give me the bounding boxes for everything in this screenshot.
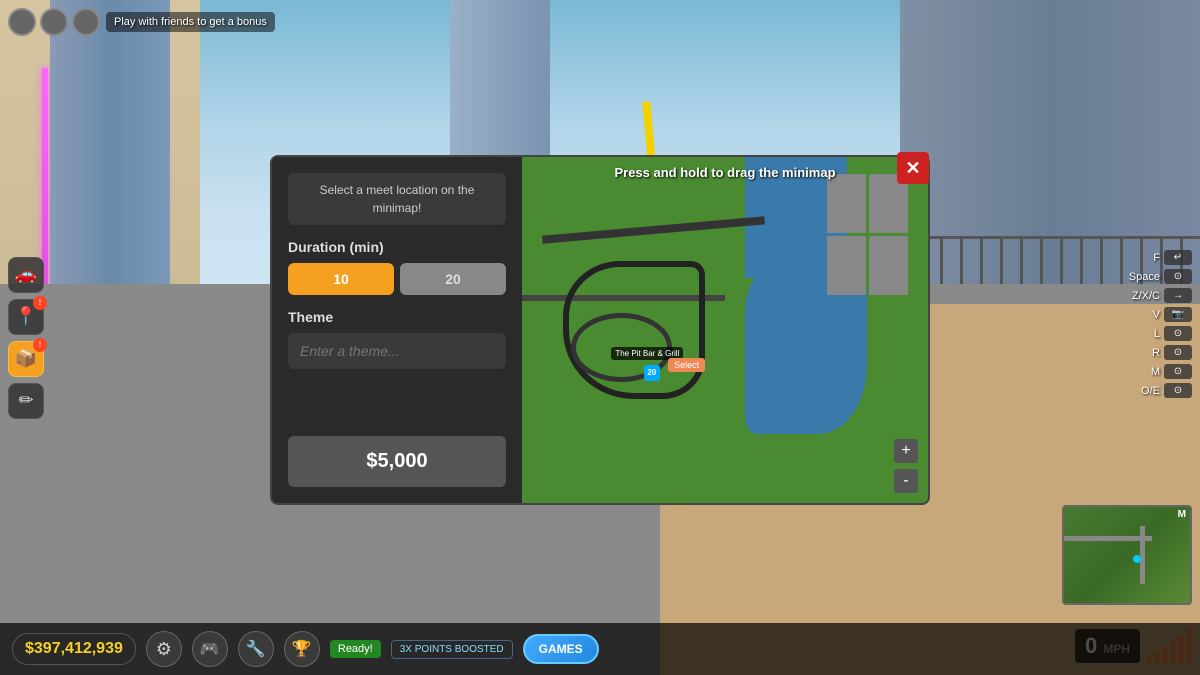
tools-btn[interactable]: 🔧 bbox=[238, 631, 274, 667]
location-badge: ! bbox=[33, 296, 47, 310]
meet-location-header: Select a meet location on the minimap! bbox=[288, 173, 506, 225]
key-btn-oe: ⊙ bbox=[1164, 383, 1192, 398]
games-btn[interactable]: GAMES bbox=[523, 634, 599, 664]
avatar-2 bbox=[40, 8, 68, 36]
hud-top-left: Play with friends to get a bonus bbox=[8, 8, 275, 36]
key-btn-zxc: → bbox=[1164, 288, 1192, 303]
meet-location-text: Select a meet location on the minimap! bbox=[320, 183, 475, 215]
edit-icon-btn[interactable]: ✏ bbox=[8, 383, 44, 419]
key-row-l: L ⊙ bbox=[1129, 326, 1192, 341]
minimap-inner: M bbox=[1064, 507, 1190, 603]
key-label-oe: O/E bbox=[1141, 385, 1160, 397]
map-buildings bbox=[827, 174, 908, 295]
key-label-r: R bbox=[1152, 347, 1160, 359]
hud-minimap[interactable]: M bbox=[1062, 505, 1192, 605]
key-btn-l: ⊙ bbox=[1164, 326, 1192, 341]
drive-icon-btn[interactable]: 🚗 bbox=[8, 257, 44, 293]
controller-btn[interactable]: 🎮 bbox=[192, 631, 228, 667]
friends-bonus-text: Play with friends to get a bonus bbox=[106, 12, 275, 32]
key-label-l: L bbox=[1154, 328, 1160, 340]
key-btn-r: ⊙ bbox=[1164, 345, 1192, 360]
duration-buttons: 10 20 bbox=[288, 263, 506, 295]
hud-bottom-bar: $397,412,939 ⚙ 🎮 🔧 🏆 Ready! 3X POINTS BO… bbox=[0, 623, 1200, 675]
key-row-oe: O/E ⊙ bbox=[1129, 383, 1192, 398]
key-label-v: V bbox=[1153, 309, 1160, 321]
key-label-f: F bbox=[1153, 252, 1160, 264]
trophy-btn[interactable]: 🏆 bbox=[284, 631, 320, 667]
key-row-r: R ⊙ bbox=[1129, 345, 1192, 360]
left-sidebar: 🚗 📍 ! 📦 ! ✏ bbox=[8, 257, 44, 419]
modal-right-panel: Press and hold to drag the minimap The P… bbox=[522, 157, 928, 503]
map-building-1 bbox=[827, 174, 866, 233]
key-label-m: M bbox=[1151, 366, 1160, 378]
key-btn-v: 📷 bbox=[1164, 307, 1192, 322]
settings-btn[interactable]: ⚙ bbox=[146, 631, 182, 667]
theme-label: Theme bbox=[288, 309, 506, 325]
theme-section: Theme bbox=[288, 309, 506, 369]
key-label-space: Space bbox=[1129, 271, 1160, 283]
boosted-badge: 3X POINTS BOOSTED bbox=[391, 640, 513, 659]
ready-badge: Ready! bbox=[330, 640, 381, 658]
map-building-3 bbox=[827, 236, 866, 295]
hud-key-bindings: F ↵ Space ⊙ Z/X/C → V 📷 L ⊙ R ⊙ M ⊙ O/E … bbox=[1129, 250, 1192, 398]
key-row-v: V 📷 bbox=[1129, 307, 1192, 322]
key-btn-f: ↵ bbox=[1164, 250, 1192, 265]
avatar-3 bbox=[72, 8, 100, 36]
modal-left-panel: Select a meet location on the minimap! D… bbox=[272, 157, 522, 503]
map-zoom-plus-btn[interactable]: + bbox=[894, 439, 918, 463]
map-content[interactable]: The Pit Bar & Grill 20 Select + - bbox=[522, 157, 928, 503]
key-row-f: F ↵ bbox=[1129, 250, 1192, 265]
duration-10-btn[interactable]: 10 bbox=[288, 263, 394, 295]
money-display: $397,412,939 bbox=[12, 633, 136, 665]
key-row-zxc: Z/X/C → bbox=[1129, 288, 1192, 303]
location-icon-btn[interactable]: 📍 ! bbox=[8, 299, 44, 335]
shop-badge: ! bbox=[33, 338, 47, 352]
duration-label: Duration (min) bbox=[288, 239, 506, 255]
map-zoom-minus-btn[interactable]: - bbox=[894, 469, 918, 493]
map-select-btn[interactable]: Select bbox=[668, 358, 705, 372]
key-btn-m: ⊙ bbox=[1164, 364, 1192, 379]
minimap-road-v bbox=[1140, 526, 1145, 584]
price-button[interactable]: $5,000 bbox=[288, 436, 506, 487]
avatar-group bbox=[8, 8, 100, 36]
key-label-zxc: Z/X/C bbox=[1132, 290, 1160, 302]
close-button[interactable]: ✕ bbox=[897, 152, 929, 184]
map-building-4 bbox=[869, 236, 908, 295]
duration-section: Duration (min) 10 20 bbox=[288, 239, 506, 295]
map-player-marker: 20 bbox=[644, 365, 660, 381]
key-btn-space: ⊙ bbox=[1164, 269, 1192, 284]
key-row-m: M ⊙ bbox=[1129, 364, 1192, 379]
minimap-m-label: M bbox=[1178, 509, 1186, 520]
shop-icon-btn[interactable]: 📦 ! bbox=[8, 341, 44, 377]
duration-20-btn[interactable]: 20 bbox=[400, 263, 506, 295]
key-row-space: Space ⊙ bbox=[1129, 269, 1192, 284]
event-modal: Select a meet location on the minimap! D… bbox=[270, 155, 930, 505]
avatar-1 bbox=[8, 8, 36, 36]
theme-input[interactable] bbox=[288, 333, 506, 369]
minimap-hint: Press and hold to drag the minimap bbox=[614, 165, 835, 180]
